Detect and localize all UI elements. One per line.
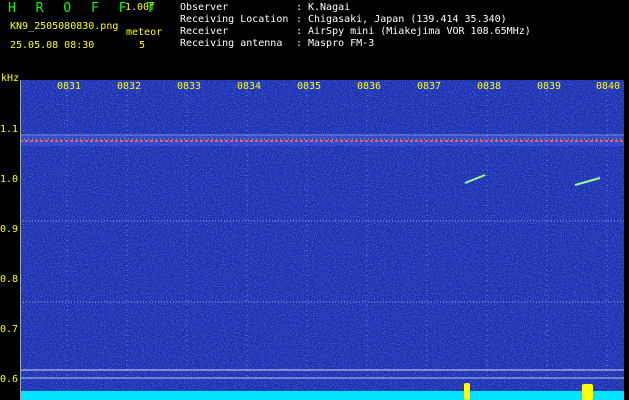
info-key: Receiving Location: [180, 14, 289, 25]
x-tick-label: 0834: [237, 81, 262, 92]
x-tick-label: 0839: [537, 81, 562, 92]
y-tick-label: 0.9: [0, 224, 19, 235]
info-value: AirSpy mini (Miakejima VOR 108.65MHz): [308, 26, 531, 37]
info-key: Observer: [180, 2, 229, 13]
meteor-count: 5: [139, 40, 146, 51]
y-tick-label: 1.1: [0, 124, 19, 135]
info-value: K.Nagai: [308, 2, 351, 13]
datetime-label: 25.05.08 08:30: [10, 40, 95, 51]
x-tick-label: 0835: [297, 81, 322, 92]
info-value: Chigasaki, Japan (139.414 35.340): [308, 14, 507, 25]
x-tick-label: 0837: [417, 81, 442, 92]
peak-marker: [582, 384, 593, 400]
info-key: Receiver: [180, 26, 229, 37]
y-tick-label: 0.8: [0, 274, 19, 285]
info-row-antenna: Receiving antenna: Maspro FM-3: [180, 38, 531, 50]
x-tick-label: 0832: [117, 81, 142, 92]
info-separator: :: [296, 2, 303, 13]
y-tick-label: 0.6: [0, 374, 19, 385]
noise-floor-band: [20, 391, 624, 400]
spectrogram-canvas: [20, 80, 624, 400]
info-row-observer: Observer: K.Nagai: [180, 2, 531, 14]
peak-marker: [464, 383, 470, 400]
x-tick-label: 0836: [357, 81, 382, 92]
x-tick-label: 0833: [177, 81, 202, 92]
info-separator: :: [296, 26, 303, 37]
header: H R O F F T 1.00f KN9_2505080830.png met…: [0, 0, 629, 72]
y-tick-label: 1.0: [0, 174, 19, 185]
y-axis-unit: kHz: [1, 73, 20, 84]
noise-texture: [20, 80, 624, 400]
x-tick-label: 0838: [477, 81, 502, 92]
x-tick-label: 0840: [596, 81, 621, 92]
station-info: Observer: K.Nagai Receiving Location: Chig…: [180, 2, 531, 50]
info-separator: :: [296, 38, 303, 49]
y-tick-label: 0.7: [0, 324, 19, 335]
info-key: Receiving antenna: [180, 38, 283, 49]
spectrogram-plot: [20, 80, 624, 400]
filename-label: KN9_2505080830.png: [10, 21, 119, 32]
info-row-location: Receiving Location: Chigasaki, Japan (139…: [180, 14, 531, 26]
info-separator: :: [296, 14, 303, 25]
info-value: Maspro FM-3: [308, 38, 375, 49]
meteor-label: meteor: [126, 27, 163, 38]
info-row-receiver: Receiver: AirSpy mini (Miakejima VOR 108.…: [180, 26, 531, 38]
version-label: 1.00f: [125, 2, 156, 13]
x-tick-label: 0831: [57, 81, 82, 92]
